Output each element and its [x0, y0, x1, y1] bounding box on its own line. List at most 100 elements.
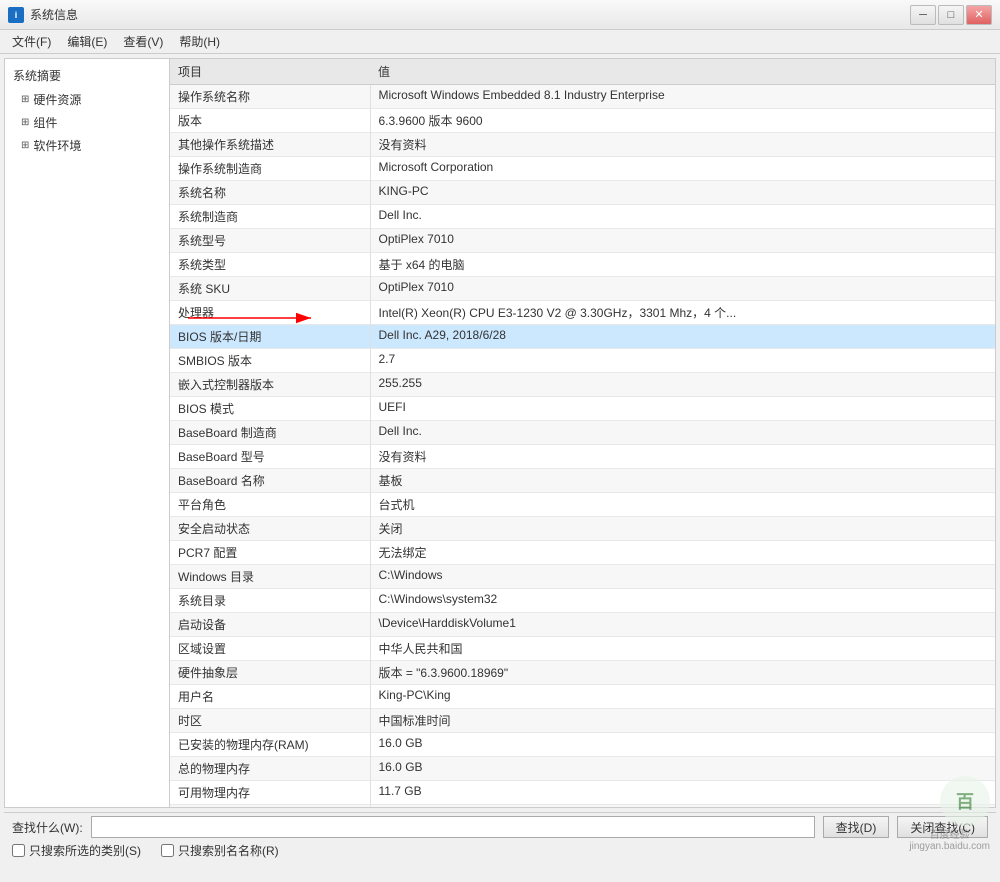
table-row[interactable]: 硬件抽象层版本 = "6.3.9600.18969"	[170, 661, 995, 685]
checkbox-category-input[interactable]	[12, 844, 25, 857]
table-cell-key: 系统名称	[170, 181, 370, 205]
table-cell-value: 11.7 GB	[370, 781, 995, 805]
sidebar-item-hardware[interactable]: ⊞ 硬件资源	[5, 88, 169, 111]
table-row[interactable]: 区域设置中华人民共和国	[170, 637, 995, 661]
table-cell-key: 已安装的物理内存(RAM)	[170, 733, 370, 757]
table-row[interactable]: 系统名称KING-PC	[170, 181, 995, 205]
table-row[interactable]: 系统类型基于 x64 的电脑	[170, 253, 995, 277]
table-cell-value: Dell Inc. A29, 2018/6/28	[370, 325, 995, 349]
expand-icon-components: ⊞	[21, 117, 29, 128]
expand-icon: ⊞	[21, 94, 29, 105]
table-row[interactable]: 时区中国标准时间	[170, 709, 995, 733]
table-row[interactable]: 系统 SKUOptiPlex 7010	[170, 277, 995, 301]
table-cell-key: 可用物理内存	[170, 781, 370, 805]
table-row[interactable]: BaseBoard 型号没有资料	[170, 445, 995, 469]
table-cell-value: 255.255	[370, 373, 995, 397]
table-cell-value: 2.7	[370, 349, 995, 373]
table-cell-value: 17.0 GB	[370, 805, 995, 808]
table-cell-value: Dell Inc.	[370, 421, 995, 445]
table-cell-key: SMBIOS 版本	[170, 349, 370, 373]
checkbox-category[interactable]: 只搜索所选的类别(S)	[12, 842, 141, 859]
table-cell-key: 系统型号	[170, 229, 370, 253]
table-row[interactable]: 已安装的物理内存(RAM)16.0 GB	[170, 733, 995, 757]
table-row[interactable]: Windows 目录C:\Windows	[170, 565, 995, 589]
table-row[interactable]: 安全启动状态关闭	[170, 517, 995, 541]
table-cell-key: 版本	[170, 109, 370, 133]
table-row[interactable]: 总的虚拟内存17.0 GB	[170, 805, 995, 808]
sidebar-item-software[interactable]: ⊞ 软件环境	[5, 134, 169, 157]
table-cell-key: 其他操作系统描述	[170, 133, 370, 157]
table-cell-value: OptiPlex 7010	[370, 229, 995, 253]
table-row[interactable]: 平台角色台式机	[170, 493, 995, 517]
table-row[interactable]: BIOS 模式UEFI	[170, 397, 995, 421]
table-row[interactable]: 系统目录C:\Windows\system32	[170, 589, 995, 613]
table-cell-value: UEFI	[370, 397, 995, 421]
close-button[interactable]: ✕	[966, 5, 992, 25]
table-cell-value: 中华人民共和国	[370, 637, 995, 661]
table-row[interactable]: 嵌入式控制器版本255.255	[170, 373, 995, 397]
titlebar-left: i 系统信息	[8, 6, 78, 23]
table-cell-key: 处理器	[170, 301, 370, 325]
table-row[interactable]: 启动设备\Device\HarddiskVolume1	[170, 613, 995, 637]
sidebar-title: 系统摘要	[5, 63, 169, 88]
search-input[interactable]	[91, 816, 815, 838]
table-row[interactable]: 版本6.3.9600 版本 9600	[170, 109, 995, 133]
restore-button[interactable]: □	[938, 5, 964, 25]
table-row[interactable]: 操作系统名称Microsoft Windows Embedded 8.1 Ind…	[170, 85, 995, 109]
table-row[interactable]: BaseBoard 名称基板	[170, 469, 995, 493]
table-cell-value: 基板	[370, 469, 995, 493]
titlebar-controls: ─ □ ✕	[910, 5, 992, 25]
table-cell-key: 平台角色	[170, 493, 370, 517]
table-cell-key: BaseBoard 制造商	[170, 421, 370, 445]
table-row[interactable]: 可用物理内存11.7 GB	[170, 781, 995, 805]
table-cell-key: 启动设备	[170, 613, 370, 637]
checkbox-alias-input[interactable]	[161, 844, 174, 857]
table-cell-key: 硬件抽象层	[170, 661, 370, 685]
table-cell-key: 系统目录	[170, 589, 370, 613]
table-cell-key: PCR7 配置	[170, 541, 370, 565]
table-cell-value: \Device\HarddiskVolume1	[370, 613, 995, 637]
table-cell-value: 关闭	[370, 517, 995, 541]
table-cell-key: BIOS 模式	[170, 397, 370, 421]
table-cell-value: OptiPlex 7010	[370, 277, 995, 301]
table-cell-value: Microsoft Windows Embedded 8.1 Industry …	[370, 85, 995, 109]
table-cell-value: 没有资料	[370, 133, 995, 157]
table-row[interactable]: PCR7 配置无法绑定	[170, 541, 995, 565]
table-cell-key: 操作系统制造商	[170, 157, 370, 181]
table-row[interactable]: 总的物理内存16.0 GB	[170, 757, 995, 781]
checkbox-alias[interactable]: 只搜索别名名称(R)	[161, 842, 279, 859]
search-label: 查找什么(W):	[12, 819, 83, 836]
menu-help[interactable]: 帮助(H)	[171, 31, 228, 52]
expand-icon-software: ⊞	[21, 140, 29, 151]
table-row[interactable]: BaseBoard 制造商Dell Inc.	[170, 421, 995, 445]
menu-edit[interactable]: 编辑(E)	[59, 31, 115, 52]
table-cell-value: Microsoft Corporation	[370, 157, 995, 181]
find-button[interactable]: 查找(D)	[823, 816, 890, 838]
table-row[interactable]: 处理器Intel(R) Xeon(R) CPU E3-1230 V2 @ 3.3…	[170, 301, 995, 325]
info-table: 项目 值 操作系统名称Microsoft Windows Embedded 8.…	[170, 59, 995, 807]
search-bar: 查找什么(W): 查找(D) 关闭查找(C) 只搜索所选的类别(S) 只搜索别名…	[4, 812, 996, 862]
checkbox-row: 只搜索所选的类别(S) 只搜索别名名称(R)	[12, 842, 988, 859]
table-cell-value: Dell Inc.	[370, 205, 995, 229]
table-cell-key: Windows 目录	[170, 565, 370, 589]
table-row[interactable]: BIOS 版本/日期Dell Inc. A29, 2018/6/28	[170, 325, 995, 349]
table-row[interactable]: 其他操作系统描述没有资料	[170, 133, 995, 157]
menubar: 文件(F) 编辑(E) 查看(V) 帮助(H)	[0, 30, 1000, 54]
minimize-button[interactable]: ─	[910, 5, 936, 25]
table-row[interactable]: SMBIOS 版本2.7	[170, 349, 995, 373]
table-cell-key: 总的物理内存	[170, 757, 370, 781]
table-cell-value: 台式机	[370, 493, 995, 517]
table-cell-key: BaseBoard 型号	[170, 445, 370, 469]
search-row: 查找什么(W): 查找(D) 关闭查找(C)	[12, 816, 988, 838]
sidebar-item-components[interactable]: ⊞ 组件	[5, 111, 169, 134]
table-row[interactable]: 系统制造商Dell Inc.	[170, 205, 995, 229]
table-row[interactable]: 用户名King-PC\King	[170, 685, 995, 709]
app-icon: i	[8, 7, 24, 23]
close-find-button[interactable]: 关闭查找(C)	[897, 816, 988, 838]
menu-file[interactable]: 文件(F)	[4, 31, 59, 52]
menu-view[interactable]: 查看(V)	[115, 31, 171, 52]
table-cell-key: 用户名	[170, 685, 370, 709]
table-row[interactable]: 操作系统制造商Microsoft Corporation	[170, 157, 995, 181]
table-cell-value: 16.0 GB	[370, 757, 995, 781]
table-row[interactable]: 系统型号OptiPlex 7010	[170, 229, 995, 253]
